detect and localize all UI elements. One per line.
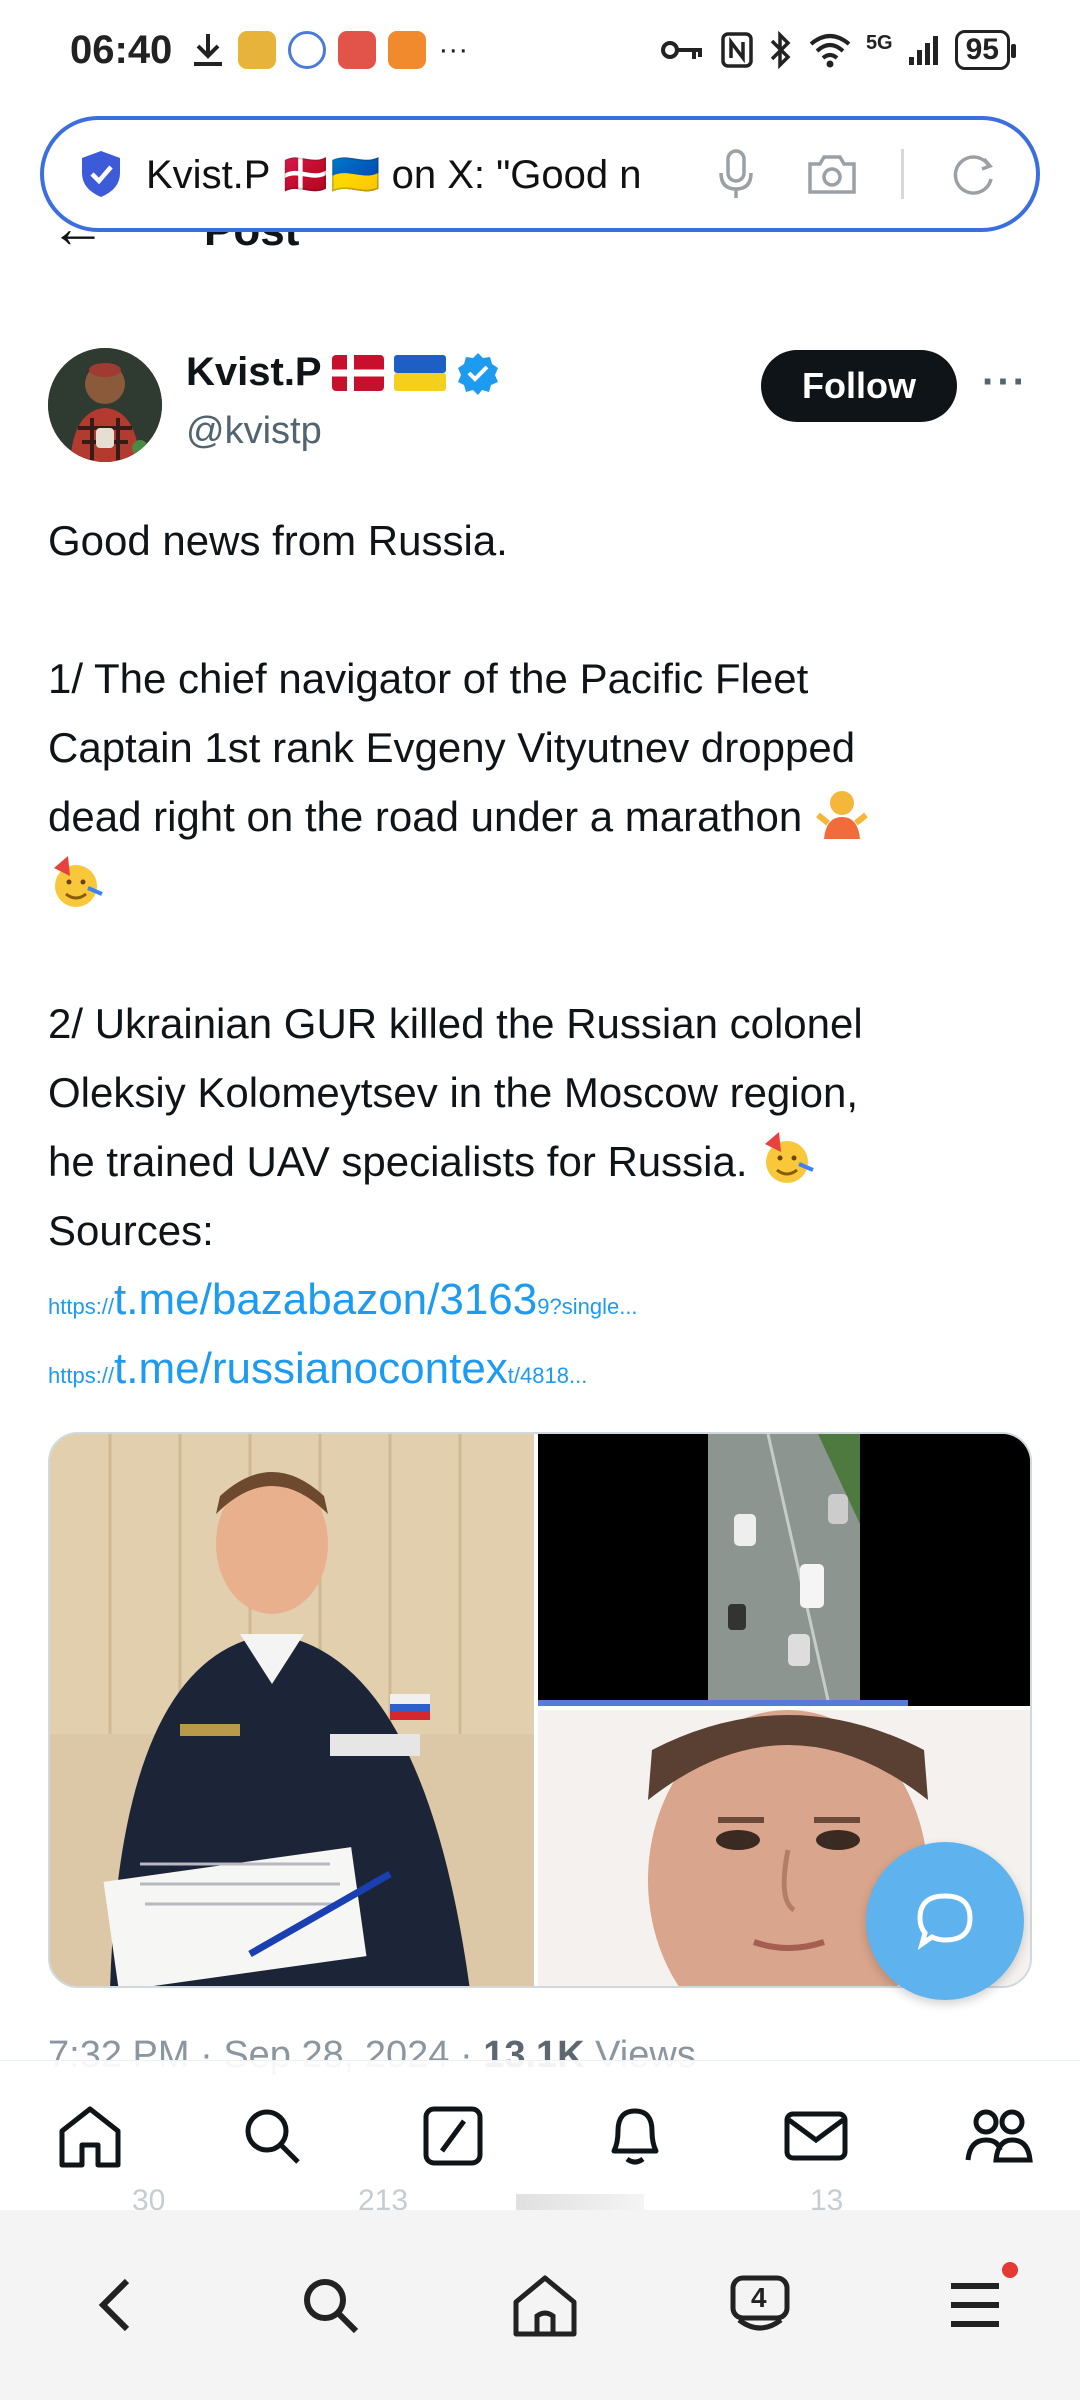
- tweet-text: Good news from Russia. 1/ The chief navi…: [48, 506, 1038, 1403]
- like-placeholder[interactable]: [516, 2194, 644, 2210]
- denmark-flag-icon: [331, 354, 384, 391]
- photo-officer[interactable]: [50, 1434, 534, 1986]
- status-bar: 06:40 ··· 5G 95: [0, 0, 1080, 100]
- browser-back-icon[interactable]: [70, 2260, 160, 2350]
- shrug-emoji-icon: [816, 791, 868, 839]
- browser-home-icon[interactable]: [500, 2260, 590, 2350]
- address-divider: [901, 149, 904, 199]
- tweet-line: 2/ Ukrainian GUR killed the Russian colo…: [48, 1000, 863, 1047]
- reply-count[interactable]: 30: [132, 2188, 165, 2210]
- ukraine-flag-icon: [393, 354, 446, 391]
- nav-notifications-icon[interactable]: [595, 2096, 675, 2176]
- address-bar[interactable]: Kvist.P 🇩🇰🇺🇦 on X: "Good n: [40, 116, 1040, 232]
- tweet-line: Good news from Russia.: [48, 517, 508, 564]
- verified-badge-icon: [457, 352, 498, 395]
- tweet-line-text: he trained UAV specialists for Russia.: [48, 1138, 748, 1185]
- download-icon: [194, 34, 223, 66]
- link-suffix: t/4818...: [507, 1363, 588, 1388]
- shield-icon: [82, 151, 120, 197]
- status-right: 5G 95: [660, 30, 1017, 70]
- link-main: t.me/russianocontex: [114, 1344, 508, 1393]
- notification-icons: ···: [190, 30, 468, 70]
- weibo-app-icon: [238, 31, 277, 69]
- key-icon: [660, 41, 702, 59]
- tweet-line: Oleksiy Kolomeytsev in the Moscow region…: [48, 1069, 858, 1116]
- author-name-row: Kvist.P: [186, 350, 500, 395]
- browser-menu-icon[interactable]: [930, 2260, 1020, 2350]
- party-face-emoji-icon: [765, 1132, 814, 1183]
- tweet-line: Captain 1st rank Evgeny Vityutnev droppe…: [48, 724, 856, 771]
- author-name[interactable]: Kvist.P: [186, 350, 322, 395]
- video-app-icon: [388, 31, 427, 69]
- address-actions: [709, 147, 1000, 201]
- tweet-action-row: 30 213 13: [0, 2188, 1080, 2210]
- tweet-author: Kvist.P @kvistp Follow ···: [48, 346, 1038, 466]
- tweet-emoji-line: [48, 851, 1038, 920]
- nfc-icon: [721, 32, 753, 68]
- chat-bubble-icon: [917, 1893, 973, 1951]
- repost-count[interactable]: 213: [358, 2188, 408, 2210]
- tweet-line: 1/ The chief navigator of the Pacific Fl…: [48, 655, 809, 702]
- source-link-2[interactable]: https://t.me/russianocontext/4818...: [48, 1334, 1038, 1403]
- browser-search-icon[interactable]: [285, 2260, 375, 2350]
- ifly-app-icon: [288, 31, 327, 69]
- browser-bottom-bar: 4: [0, 2210, 1080, 2400]
- nav-search-icon[interactable]: [232, 2096, 312, 2176]
- tweet-line-with-emoji: dead right on the road under a marathon: [48, 782, 1038, 851]
- tweet-line-text: dead right on the road under a marathon: [48, 793, 803, 840]
- party-face-emoji-icon: [54, 856, 103, 907]
- follow-button[interactable]: Follow: [761, 350, 957, 422]
- browser-tabs-button[interactable]: 4: [715, 2260, 805, 2350]
- reload-icon[interactable]: [946, 147, 1000, 201]
- menu-notification-dot: [1002, 2262, 1018, 2278]
- bookmark-count[interactable]: 13: [810, 2188, 843, 2210]
- author-handle[interactable]: @kvistp: [186, 410, 322, 453]
- nav-grok-icon[interactable]: [413, 2096, 493, 2176]
- game-app-icon: [338, 31, 377, 69]
- link-prefix: https://: [48, 1294, 115, 1319]
- wifi-icon: [809, 34, 851, 68]
- status-time: 06:40: [70, 27, 173, 72]
- more-notifications: ···: [438, 33, 469, 66]
- source-link-1[interactable]: https://t.me/bazabazon/31639?single...: [48, 1265, 1038, 1334]
- avatar[interactable]: [48, 348, 162, 462]
- tweet-line: Sources:: [48, 1207, 214, 1254]
- tabs-count: 4: [751, 2282, 767, 2313]
- nav-home-icon[interactable]: [50, 2096, 130, 2176]
- camera-icon[interactable]: [805, 147, 859, 201]
- nav-communities-icon[interactable]: [958, 2096, 1038, 2176]
- bluetooth-icon: [770, 30, 791, 70]
- battery-indicator: 95: [954, 30, 1017, 70]
- more-options-icon[interactable]: ···: [982, 360, 1028, 405]
- link-main: t.me/bazabazon/3163: [114, 1275, 538, 1324]
- video-road[interactable]: [538, 1434, 1030, 1706]
- microphone-icon[interactable]: [709, 147, 763, 201]
- link-suffix: 9?single...: [537, 1294, 638, 1319]
- link-prefix: https://: [48, 1363, 115, 1388]
- network-label: 5G: [865, 32, 893, 54]
- floating-reply-button[interactable]: [866, 1842, 1024, 2000]
- tweet-line-with-emoji: he trained UAV specialists for Russia.: [48, 1127, 1038, 1196]
- nav-messages-icon[interactable]: [776, 2096, 856, 2176]
- address-text[interactable]: Kvist.P 🇩🇰🇺🇦 on X: "Good n: [146, 151, 706, 198]
- signal-icon: [908, 36, 938, 65]
